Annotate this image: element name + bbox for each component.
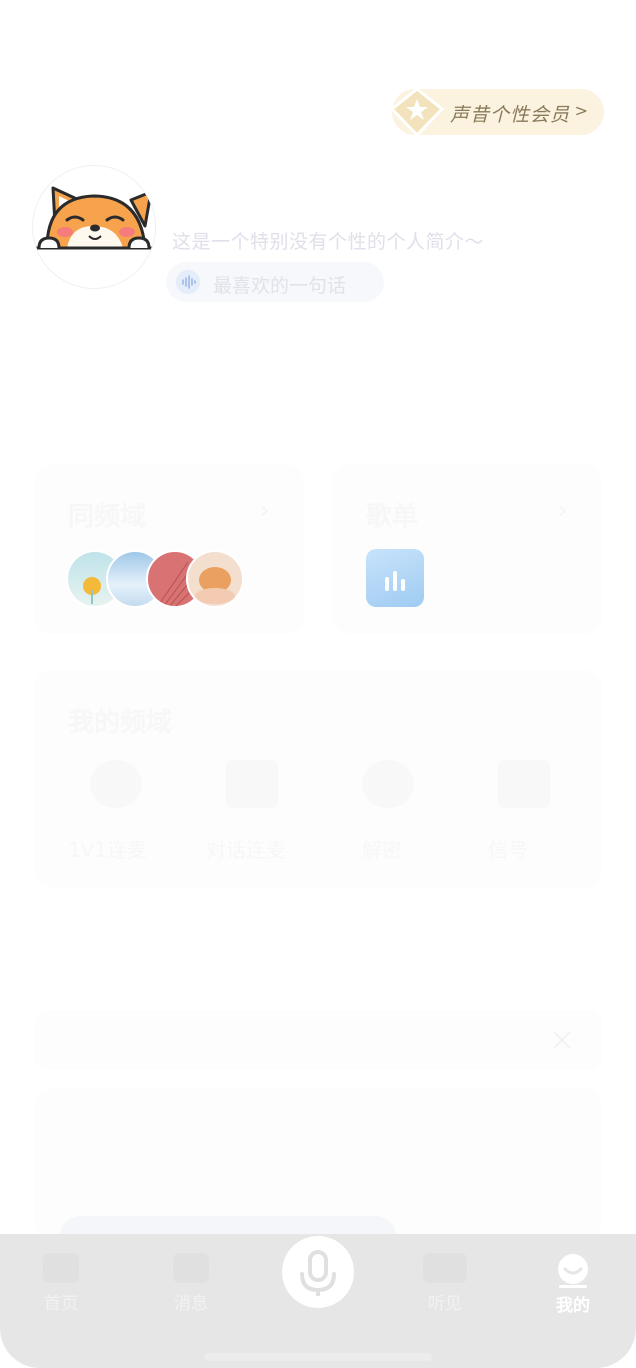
tool-label: 对话连麦 — [206, 838, 286, 862]
chevron-right-icon: › — [260, 496, 270, 524]
playlist-title: 歌单 — [366, 502, 419, 532]
home-indicator — [204, 1353, 432, 1361]
similar-card[interactable]: 同频域 › — [34, 464, 304, 634]
voice-wave-icon — [176, 270, 200, 294]
tab-home[interactable]: 首页 — [26, 1253, 96, 1314]
tab-mine[interactable]: 我的 — [538, 1253, 608, 1316]
profile-icon — [558, 1254, 588, 1288]
my-domain-title: 我的频域 — [68, 708, 173, 738]
message-icon — [173, 1253, 209, 1283]
avatar[interactable] — [32, 165, 156, 289]
microphone-icon — [300, 1250, 336, 1296]
vip-membership-badge[interactable]: 声昔个性会员 > — [390, 87, 604, 137]
key-icon[interactable] — [362, 760, 414, 808]
notice-banner[interactable] — [34, 1010, 602, 1070]
tab-label: 消息 — [174, 1294, 208, 1314]
tool-label: 1V1连麦 — [68, 838, 148, 862]
tool-label: 解密 — [362, 838, 402, 862]
profile-bio[interactable]: 这是一个特别没有个性的个人简介～ — [172, 227, 484, 254]
close-icon[interactable] — [552, 1030, 572, 1050]
favorite-quote-voice[interactable]: 最喜欢的一句话 — [166, 262, 384, 302]
tab-messages[interactable]: 消息 — [156, 1253, 226, 1314]
mail-icon[interactable] — [498, 760, 550, 808]
shiba-dog-avatar-icon — [35, 186, 153, 250]
headset-icon[interactable] — [90, 760, 142, 808]
listen-icon — [423, 1253, 467, 1283]
friend-avatar — [186, 550, 244, 608]
vip-label: 声昔个性会员 — [450, 104, 571, 126]
chevron-right-icon: > — [574, 101, 588, 120]
tab-label: 听见 — [428, 1294, 462, 1314]
chat-icon[interactable] — [226, 760, 278, 808]
my-domain-card: 我的频域 1V1连麦 对话连麦 解密 信号 — [34, 670, 602, 888]
favorite-quote-label: 最喜欢的一句话 — [213, 275, 347, 297]
tab-label: 我的 — [556, 1296, 590, 1316]
tab-listen[interactable]: 听见 — [410, 1253, 480, 1314]
tab-label: 首页 — [44, 1294, 78, 1314]
tool-label: 信号 — [488, 838, 528, 862]
playlist-chart-icon — [366, 549, 424, 607]
record-button[interactable] — [282, 1236, 354, 1308]
vip-diamond-icon — [390, 87, 444, 137]
similar-title: 同频域 — [68, 502, 147, 532]
home-icon — [43, 1253, 79, 1283]
chevron-right-icon: › — [558, 496, 568, 524]
